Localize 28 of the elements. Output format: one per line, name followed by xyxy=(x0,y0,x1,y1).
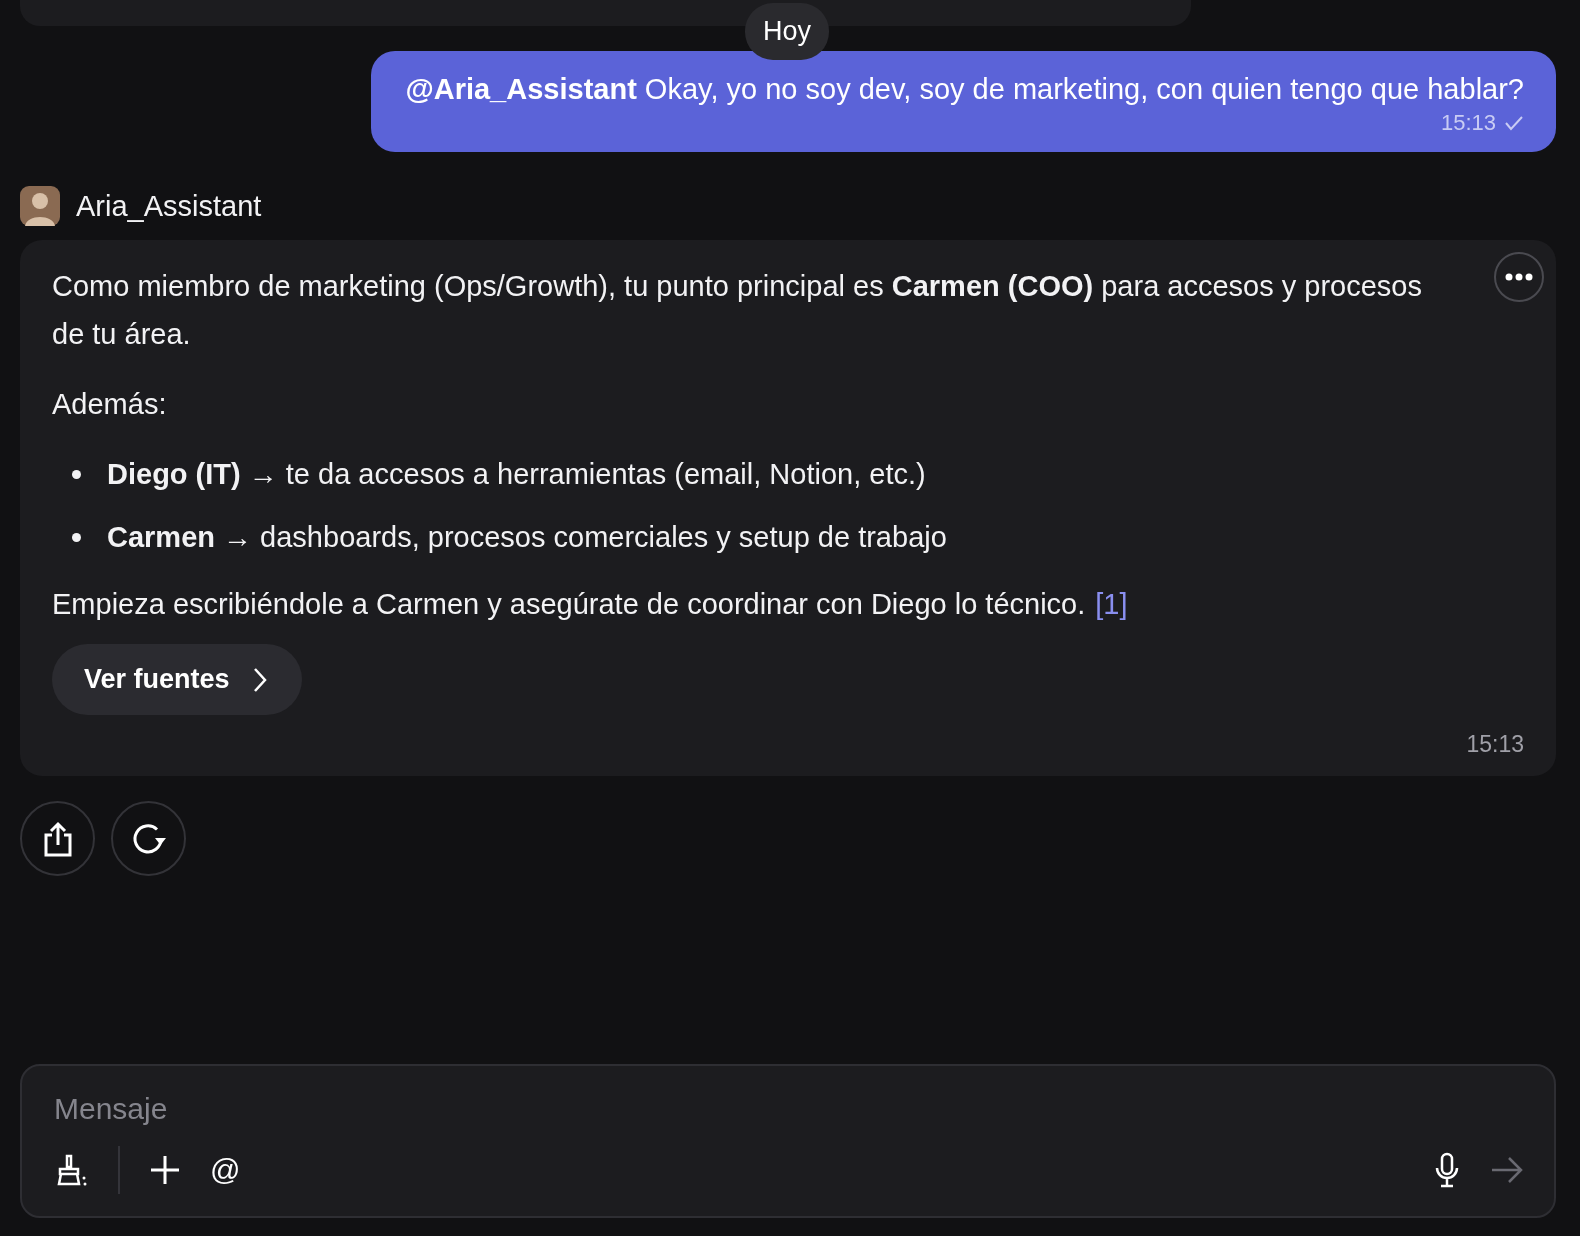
list-item: Carmen → dashboards, procesos comerciales y setup de trabajo xyxy=(107,520,947,555)
message-paragraph: Además: xyxy=(52,387,168,422)
send-button[interactable] xyxy=(1490,1155,1524,1185)
assistant-name: Aria_Assistant xyxy=(76,189,262,223)
share-icon xyxy=(42,820,73,857)
message-paragraph: Como miembro de marketing (Ops/Growth), tu punto principal es Carmen (COO) para accesos y procesos de tu área. xyxy=(52,269,1423,352)
message-time: 15:13 xyxy=(1466,731,1524,758)
more-icon xyxy=(1505,273,1533,281)
more-button[interactable] xyxy=(1494,252,1544,302)
message-paragraph: Empieza escribiéndole a Carmen y asegúrate de coordinar con Diego lo técnico. xyxy=(52,587,1086,622)
arrow-right-icon xyxy=(1490,1155,1524,1185)
citation-link[interactable]: [1] xyxy=(1095,588,1128,621)
message-text: @Aria_Assistant Okay, yo no soy dev, soy de marketing, con quien tengo que hablar? xyxy=(405,73,1524,106)
share-button[interactable] xyxy=(20,801,95,876)
bullet-icon xyxy=(72,532,81,542)
microphone-button[interactable] xyxy=(1434,1152,1460,1188)
mention-button[interactable]: @ xyxy=(210,1153,241,1187)
add-button[interactable] xyxy=(150,1155,180,1185)
sources-button[interactable]: Ver fuentes xyxy=(52,644,302,715)
plus-icon xyxy=(150,1155,180,1185)
avatar-icon xyxy=(20,186,60,226)
message-field[interactable]: Mensaje xyxy=(54,1092,554,1126)
refresh-icon xyxy=(130,821,167,856)
microphone-icon xyxy=(1434,1152,1460,1188)
message-time: 15:13 xyxy=(1440,110,1496,136)
regenerate-button[interactable] xyxy=(111,801,186,876)
list-item: Diego (IT) → te da accesos a herramientas (email, Notion, etc.) xyxy=(107,457,926,492)
bullet-icon xyxy=(72,469,81,479)
